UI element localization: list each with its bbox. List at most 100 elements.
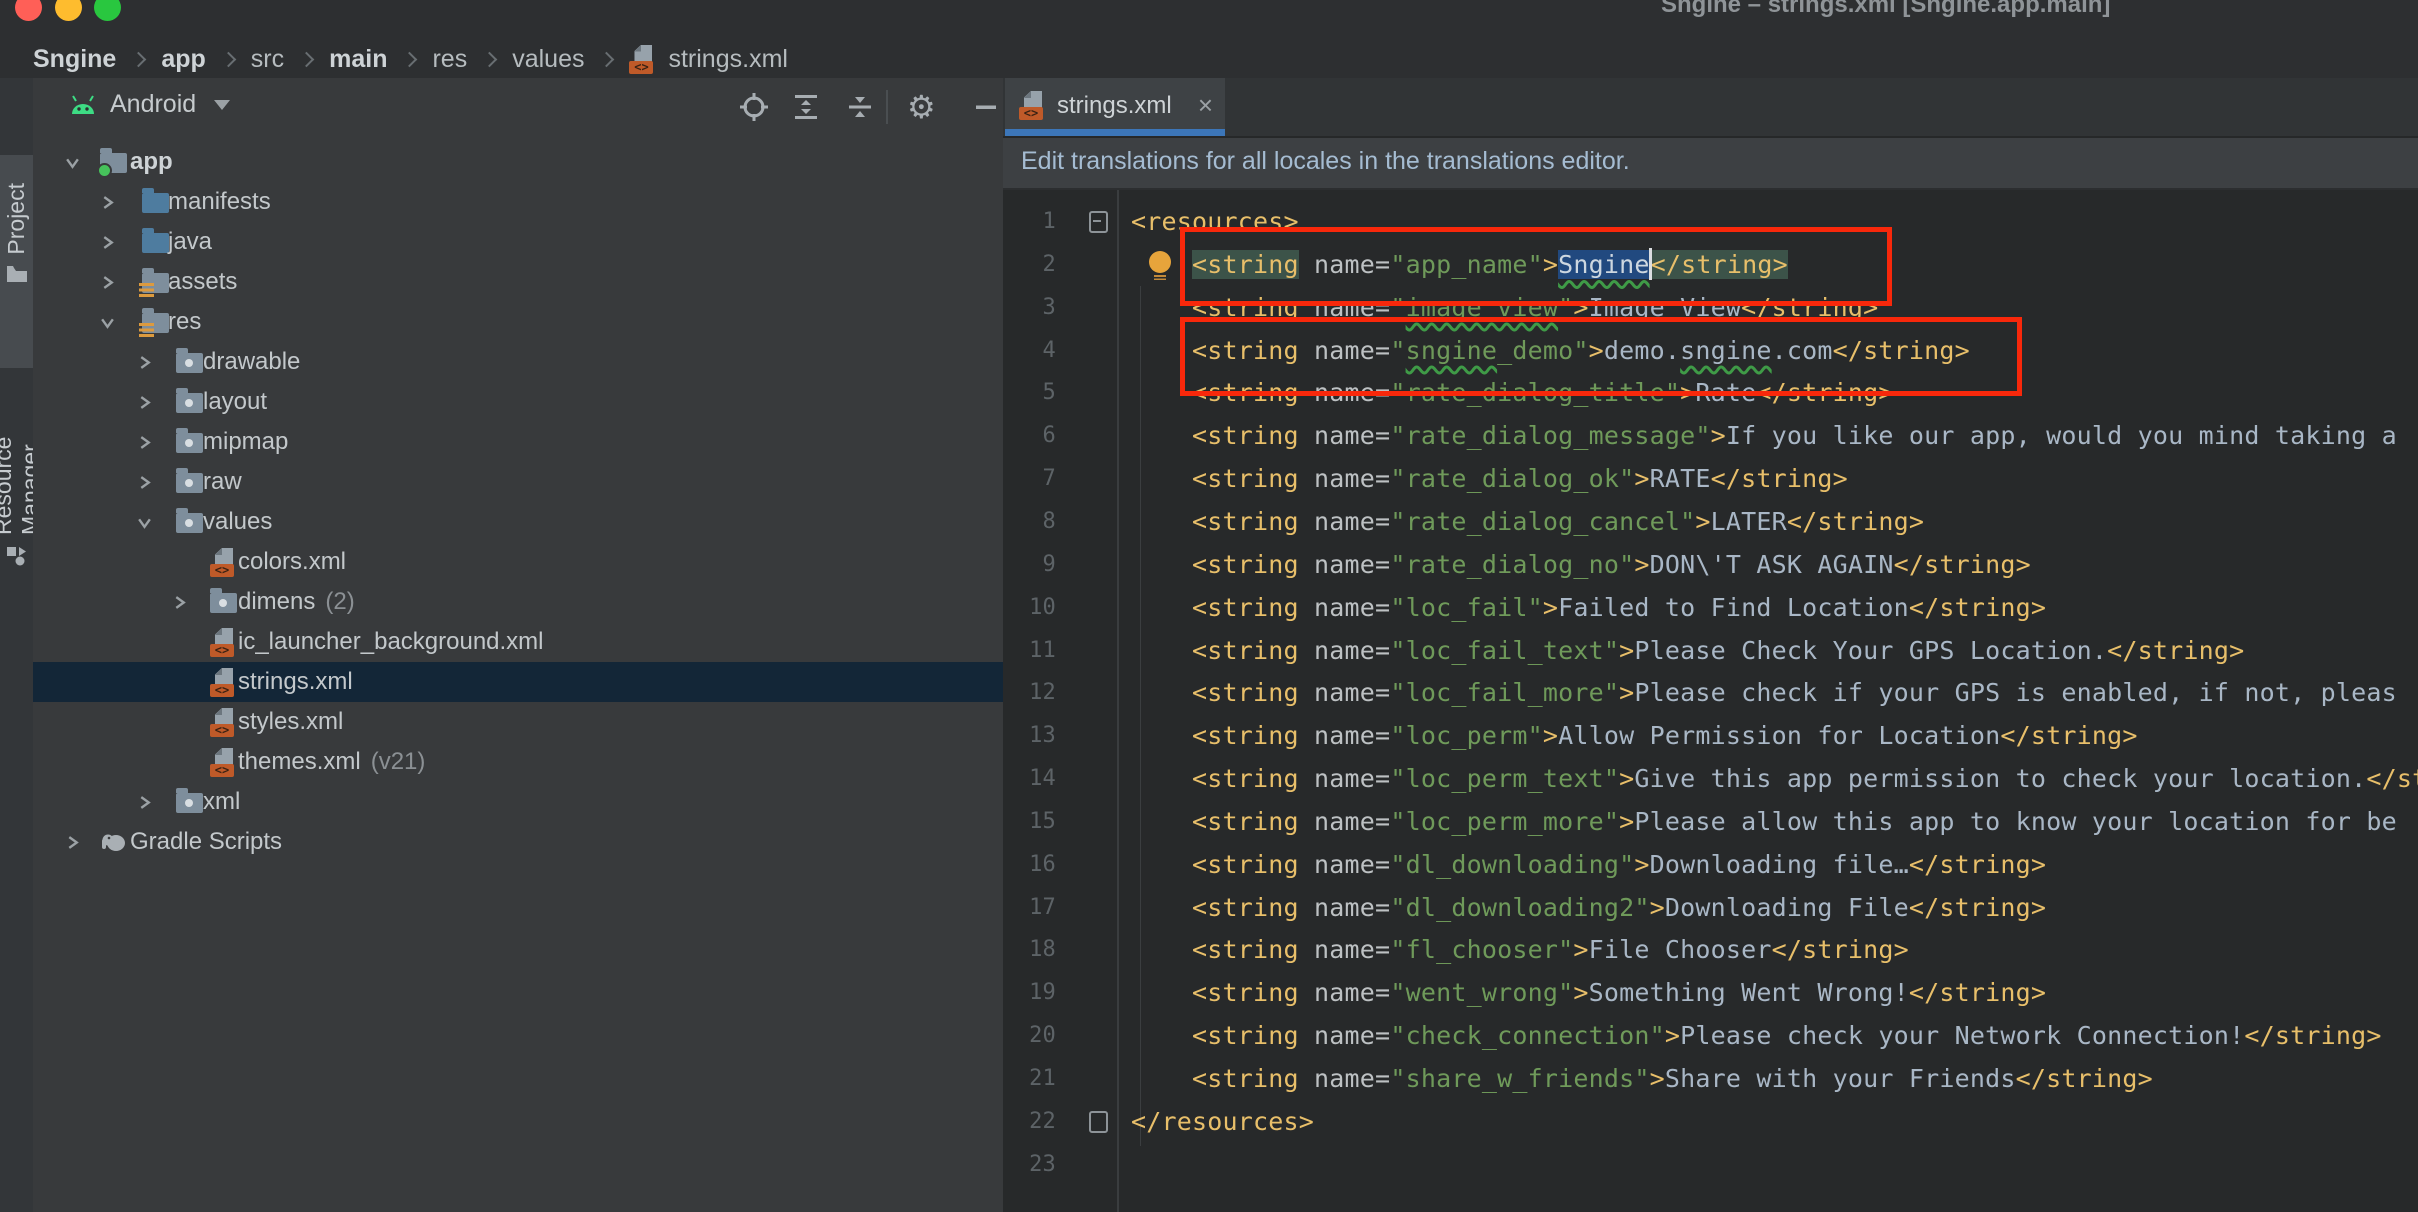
code-line-14[interactable]: 14 <string name="loc_perm_text">Give thi… xyxy=(1003,757,2418,800)
annotation-box-2 xyxy=(1180,317,2022,396)
chevron-right-icon[interactable] xyxy=(137,395,152,410)
tree-item-label: layout xyxy=(203,382,267,422)
tree-item-ic_launcher_background-xml[interactable]: <>ic_launcher_background.xml xyxy=(33,622,1003,662)
breadcrumb-item-sngine[interactable]: Sngine xyxy=(33,45,116,74)
code-line-10[interactable]: 10 <string name="loc_fail">Failed to Fin… xyxy=(1003,586,2418,629)
line-number: 20 xyxy=(1003,1014,1056,1057)
folder-dot-icon xyxy=(176,433,203,453)
fold-marker-icon[interactable] xyxy=(1089,1111,1108,1133)
code-line-19[interactable]: 19 <string name="went_wrong">Something W… xyxy=(1003,971,2418,1014)
code-line-20[interactable]: 20 <string name="check_connection">Pleas… xyxy=(1003,1014,2418,1057)
code-line-6[interactable]: 6 <string name="rate_dialog_message">If … xyxy=(1003,414,2418,457)
android-icon xyxy=(68,92,98,118)
tree-item-label: values xyxy=(203,502,272,542)
breadcrumb-item-res[interactable]: res xyxy=(432,45,467,74)
tree-item-assets[interactable]: assets xyxy=(33,262,1003,302)
zoom-window-button[interactable] xyxy=(94,0,121,21)
project-panel-header: Android ⚙ xyxy=(33,78,1003,136)
locate-icon[interactable] xyxy=(739,92,769,122)
code-line-23[interactable]: 23 xyxy=(1003,1143,2418,1186)
tree-item-manifests[interactable]: manifests xyxy=(33,182,1003,222)
code-line-text: <string name="loc_perm_text">Give this a… xyxy=(1131,757,2418,800)
line-number: 4 xyxy=(1003,329,1056,372)
settings-gear-icon[interactable]: ⚙ xyxy=(907,92,937,122)
expand-all-icon[interactable] xyxy=(791,92,821,122)
chevron-right-icon[interactable] xyxy=(137,475,152,490)
breadcrumb-separator-icon xyxy=(599,51,615,67)
code-line-text: <string name="went_wrong">Something Went… xyxy=(1131,971,2046,1014)
code-line-8[interactable]: 8 <string name="rate_dialog_cancel">LATE… xyxy=(1003,500,2418,543)
project-view-selector[interactable]: Android xyxy=(68,90,230,119)
chevron-right-icon[interactable] xyxy=(65,835,80,850)
folder-blue-icon xyxy=(142,233,169,253)
chevron-right-icon[interactable] xyxy=(137,355,152,370)
breadcrumb-item-src[interactable]: src xyxy=(251,45,284,74)
breadcrumb-separator-icon xyxy=(482,51,498,67)
chevron-right-icon[interactable] xyxy=(100,235,115,250)
tree-item-xml[interactable]: xml xyxy=(33,782,1003,822)
chevron-down-icon xyxy=(214,100,230,110)
code-line-15[interactable]: 15 <string name="loc_perm_more">Please a… xyxy=(1003,800,2418,843)
tool-window-tab-resource-manager[interactable]: Resource Manager xyxy=(0,348,33,567)
code-line-9[interactable]: 9 <string name="rate_dialog_no">DON\'T A… xyxy=(1003,543,2418,586)
tree-item-colors-xml[interactable]: <>colors.xml xyxy=(33,542,1003,582)
chevron-down-icon[interactable] xyxy=(137,515,152,530)
tree-item-java[interactable]: java xyxy=(33,222,1003,262)
line-number: 3 xyxy=(1003,286,1056,329)
tree-item-dimens[interactable]: dimens(2) xyxy=(33,582,1003,622)
translations-banner[interactable]: Edit translations for all locales in the… xyxy=(1003,138,2418,190)
tree-item-app[interactable]: app xyxy=(33,142,1003,182)
chevron-down-icon[interactable] xyxy=(65,155,80,170)
editor-tab-strings-xml[interactable]: <> strings.xml × xyxy=(1005,78,1225,136)
code-line-text: <string name="fl_chooser">File Chooser</… xyxy=(1131,928,1909,971)
annotation-box-1 xyxy=(1180,227,1892,306)
code-line-16[interactable]: 16 <string name="dl_downloading">Downloa… xyxy=(1003,843,2418,886)
breadcrumb-item-app[interactable]: app xyxy=(161,45,205,74)
code-line-13[interactable]: 13 <string name="loc_perm">Allow Permiss… xyxy=(1003,714,2418,757)
code-line-21[interactable]: 21 <string name="share_w_friends">Share … xyxy=(1003,1057,2418,1100)
chevron-down-icon[interactable] xyxy=(100,315,115,330)
hide-panel-icon[interactable] xyxy=(971,92,1001,122)
fold-marker-icon[interactable] xyxy=(1089,211,1108,233)
chevron-right-icon[interactable] xyxy=(100,275,115,290)
tree-item-values[interactable]: values xyxy=(33,502,1003,542)
tree-item-layout[interactable]: layout xyxy=(33,382,1003,422)
tree-item-gradle-scripts[interactable]: Gradle Scripts xyxy=(33,822,1003,862)
tool-window-bar: Project Resource Manager xyxy=(0,78,33,1212)
window-title: Sngine – strings.xml [Sngine.app.main] xyxy=(1661,0,2181,19)
tree-item-label: drawable xyxy=(203,342,300,382)
folder-dot-icon xyxy=(176,513,203,533)
xml-file-icon: <> xyxy=(1019,91,1043,120)
close-tab-icon[interactable]: × xyxy=(1198,90,1213,121)
breadcrumb-item-strings-xml[interactable]: strings.xml xyxy=(668,45,787,74)
tree-item-res[interactable]: res xyxy=(33,302,1003,342)
collapse-all-icon[interactable] xyxy=(845,92,875,122)
tree-item-raw[interactable]: raw xyxy=(33,462,1003,502)
tree-item-strings-xml[interactable]: <>strings.xml xyxy=(33,662,1003,702)
code-line-11[interactable]: 11 <string name="loc_fail_text">Please C… xyxy=(1003,629,2418,672)
line-number: 21 xyxy=(1003,1057,1056,1100)
tree-item-mipmap[interactable]: mipmap xyxy=(33,422,1003,462)
folder-dot-icon xyxy=(176,473,203,493)
chevron-right-icon[interactable] xyxy=(172,595,187,610)
chevron-right-icon[interactable] xyxy=(137,795,152,810)
folder-dot-icon xyxy=(176,353,203,373)
tree-item-label: dimens(2) xyxy=(238,582,355,622)
tree-item-themes-xml[interactable]: <>themes.xml(v21) xyxy=(33,742,1003,782)
code-line-7[interactable]: 7 <string name="rate_dialog_ok">RATE</st… xyxy=(1003,457,2418,500)
breadcrumb-item-values[interactable]: values xyxy=(512,45,584,74)
code-line-12[interactable]: 12 <string name="loc_fail_more">Please c… xyxy=(1003,671,2418,714)
chevron-right-icon[interactable] xyxy=(137,435,152,450)
tree-item-label: mipmap xyxy=(203,422,288,462)
code-line-17[interactable]: 17 <string name="dl_downloading2">Downlo… xyxy=(1003,886,2418,929)
code-line-text: <string name="rate_dialog_cancel">LATER<… xyxy=(1131,500,1924,543)
code-line-18[interactable]: 18 <string name="fl_chooser">File Choose… xyxy=(1003,928,2418,971)
tree-item-drawable[interactable]: drawable xyxy=(33,342,1003,382)
tool-window-tab-project[interactable]: Project xyxy=(0,155,33,368)
breadcrumb-item-main[interactable]: main xyxy=(329,45,387,74)
code-line-22[interactable]: 22</resources> xyxy=(1003,1100,2418,1143)
close-window-button[interactable] xyxy=(15,0,42,21)
minimize-window-button[interactable] xyxy=(55,0,82,21)
chevron-right-icon[interactable] xyxy=(100,195,115,210)
tree-item-styles-xml[interactable]: <>styles.xml xyxy=(33,702,1003,742)
